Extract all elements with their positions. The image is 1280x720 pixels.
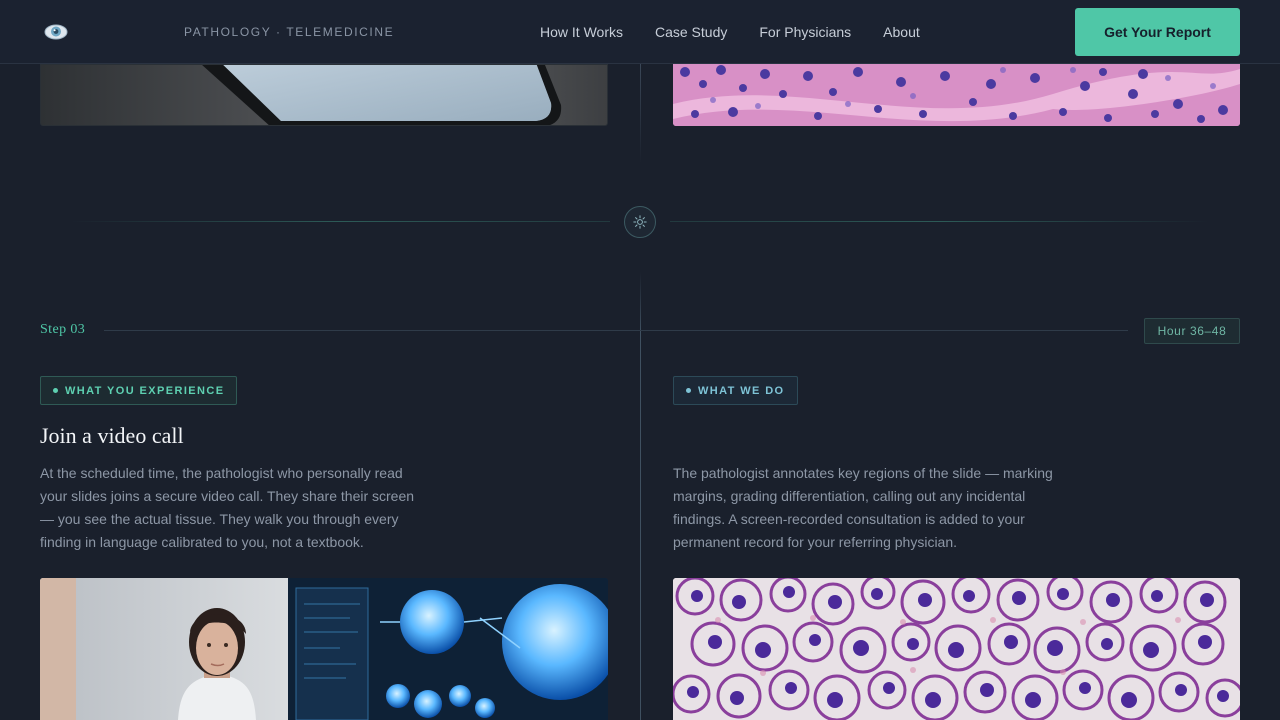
phone-image (40, 64, 608, 126)
nav-how-it-works[interactable]: How It Works (540, 24, 623, 40)
column-divider (640, 272, 641, 720)
column-divider-top (640, 64, 641, 164)
experience-description: At the scheduled time, the pathologist w… (40, 465, 415, 550)
sun-icon (624, 206, 656, 238)
section-divider-right (670, 221, 1210, 222)
nav-for-physicians[interactable]: For Physicians (759, 24, 851, 40)
brand-tagline: PATHOLOGY · TELEMEDICINE (184, 25, 395, 39)
eye-logo-icon[interactable] (43, 20, 69, 44)
nav-about[interactable]: About (883, 24, 920, 40)
get-report-button[interactable]: Get Your Report (1075, 8, 1240, 56)
tissue-slide-image-top (673, 64, 1240, 126)
what-we-do-description: The pathologist annotates key regions of… (673, 465, 1053, 550)
step-number: Step 03 (40, 322, 86, 337)
what-we-do-tag: WHAT WE DO (673, 376, 798, 405)
experience-tag: WHAT YOU EXPERIENCE (40, 376, 238, 405)
step-rule (104, 330, 1128, 331)
main-nav: How It Works Case Study For Physicians A… (540, 24, 920, 40)
what-we-do-tag-label: WHAT WE DO (698, 384, 785, 397)
section-divider-left (70, 221, 610, 222)
video-call-image (40, 578, 608, 720)
hour-badge: Hour 36–48 (1144, 318, 1240, 344)
tag-dot-icon (53, 388, 58, 393)
tag-dot-icon (686, 388, 691, 393)
tissue-slide-image-bottom (673, 578, 1240, 720)
experience-tag-label: WHAT YOU EXPERIENCE (65, 384, 225, 397)
site-header: PATHOLOGY · TELEMEDICINE How It Works Ca… (0, 0, 1280, 64)
step-heading: Join a video call (40, 423, 184, 448)
nav-case-study[interactable]: Case Study (655, 24, 727, 40)
